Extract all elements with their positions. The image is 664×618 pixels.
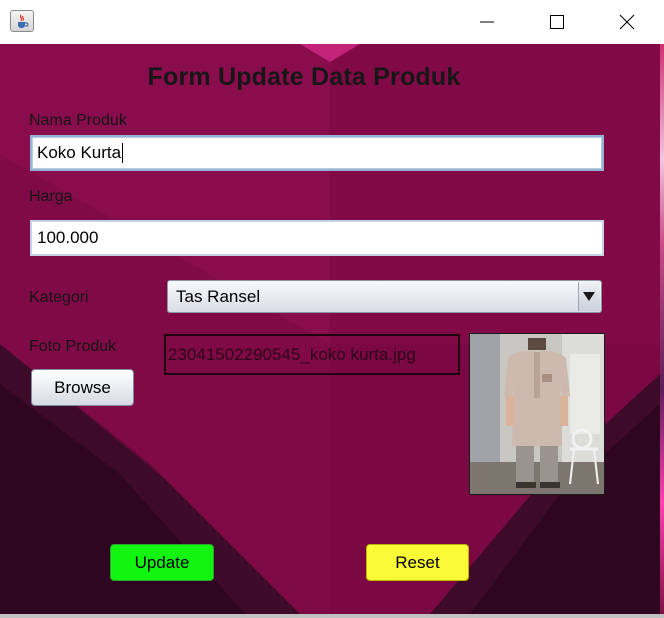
harga-label: Harga: [29, 188, 73, 205]
maximize-icon: [550, 15, 564, 29]
text-caret: [122, 143, 124, 163]
kategori-selected-value: Tas Ransel: [176, 286, 261, 306]
window-edge-right: [660, 44, 664, 618]
nama-produk-value: Koko Kurta: [37, 143, 122, 162]
form-panel: Form Update Data Produk Nama Produk Koko…: [0, 44, 660, 614]
dropdown-arrow-icon: [583, 292, 595, 301]
app-window: Form Update Data Produk Nama Produk Koko…: [0, 0, 664, 618]
dropdown-arrow-button[interactable]: [578, 282, 600, 311]
product-photo: [469, 333, 605, 495]
foto-filename-field: 23041502290545_koko kurta.jpg: [164, 334, 460, 375]
close-button[interactable]: [604, 0, 650, 44]
product-photo-image: [470, 334, 604, 494]
title-bar: [0, 0, 664, 44]
form-title: Form Update Data Produk: [147, 63, 461, 91]
minimize-button[interactable]: [464, 0, 510, 44]
browse-button[interactable]: Browse: [31, 369, 134, 406]
kategori-dropdown[interactable]: Tas Ransel: [167, 280, 602, 313]
foto-filename-text: 23041502290545_koko kurta.jpg: [168, 344, 416, 364]
foto-produk-label: Foto Produk: [29, 338, 117, 355]
minimize-icon: [480, 21, 494, 23]
window-edge-bottom: [0, 614, 664, 618]
update-button[interactable]: Update: [110, 544, 214, 581]
reset-button[interactable]: Reset: [366, 544, 469, 581]
java-app-icon[interactable]: [10, 10, 34, 32]
nama-produk-field[interactable]: Koko Kurta: [30, 135, 604, 171]
nama-produk-label: Nama Produk: [29, 112, 127, 129]
close-icon: [619, 14, 635, 30]
kategori-label: Kategori: [29, 289, 89, 306]
harga-field[interactable]: 100.000: [30, 220, 604, 256]
harga-value: 100.000: [37, 228, 99, 247]
maximize-button[interactable]: [534, 0, 580, 44]
